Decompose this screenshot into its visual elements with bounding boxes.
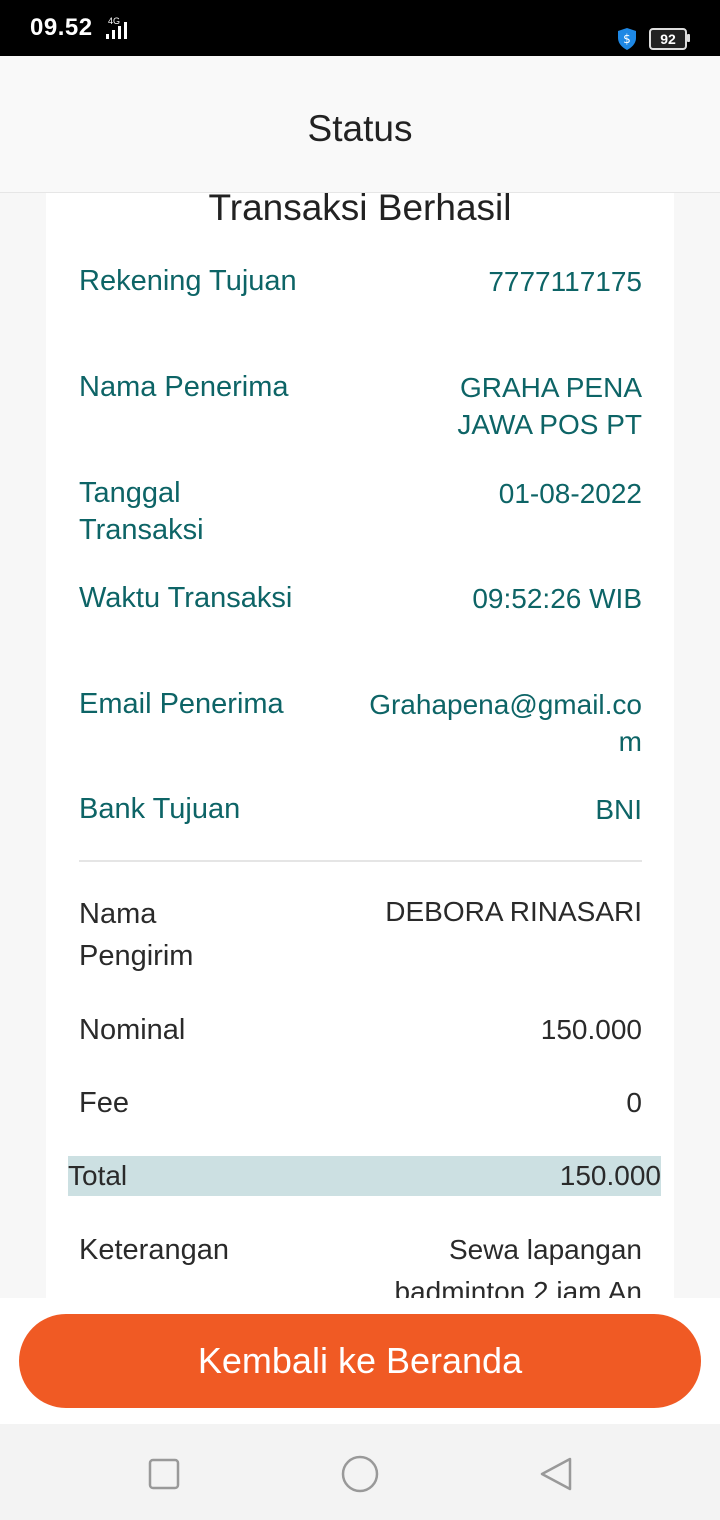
detail-value: 7777117175: [488, 266, 642, 297]
detail-label: Nama Pengirim: [79, 898, 194, 972]
page-title: Status: [307, 108, 413, 149]
network-type: 4G: [108, 16, 120, 26]
detail-value: 01-08-2022: [498, 478, 642, 509]
detail-label: Tanggal Transaksi: [79, 477, 204, 546]
detail-value: Sewa lapangan badminton 2 jam An: [394, 1234, 643, 1298]
detail-label: Waktu Transaksi: [79, 582, 293, 614]
detail-value: BNI: [595, 794, 642, 825]
svg-text:$: $: [623, 32, 631, 46]
signal-icon: 4G: [106, 16, 127, 39]
detail-label: Fee: [79, 1087, 129, 1119]
transaction-status-heading: Transaksi Berhasil: [208, 193, 512, 228]
battery-indicator: 92: [649, 28, 687, 50]
total-value: 150.000: [559, 1160, 661, 1191]
shield-dollar-icon: $: [618, 28, 636, 50]
receipt-card: Transaksi Berhasil Rekening Tujuan 77771…: [46, 193, 674, 1298]
app-header: Status: [0, 56, 720, 193]
home-circle-icon[interactable]: [340, 1454, 380, 1494]
detail-label: Email Penerima: [79, 688, 284, 720]
detail-label: Rekening Tujuan: [79, 265, 297, 297]
detail-label: Nominal: [79, 1014, 186, 1046]
detail-label: Keterangan: [79, 1234, 229, 1266]
detail-label: Bank Tujuan: [79, 793, 241, 825]
detail-value: GRAHA PENA JAWA POS PT: [457, 372, 642, 440]
battery-tip: [687, 34, 690, 42]
clock: 09.52: [30, 14, 93, 41]
detail-value: 0: [626, 1087, 642, 1118]
status-bar: 09.52 4G $ 92: [0, 0, 720, 56]
back-triangle-icon[interactable]: [536, 1454, 576, 1494]
detail-value: 150.000: [540, 1014, 642, 1045]
back-to-home-button[interactable]: Kembali ke Beranda: [19, 1314, 701, 1408]
total-label: Total: [68, 1160, 128, 1191]
total-row: Total 150.000: [68, 1156, 661, 1196]
detail-label: Nama Penerima: [79, 371, 289, 403]
detail-value: 09:52:26 WIB: [472, 583, 642, 614]
divider: [79, 860, 642, 862]
recents-square-icon[interactable]: [144, 1454, 184, 1494]
detail-value: DEBORA RINASARI: [385, 896, 642, 927]
system-nav-bar: [0, 1424, 720, 1520]
detail-value: Grahapena@gmail.com: [369, 689, 642, 757]
bottom-action-bar: Kembali ke Beranda: [0, 1298, 720, 1424]
